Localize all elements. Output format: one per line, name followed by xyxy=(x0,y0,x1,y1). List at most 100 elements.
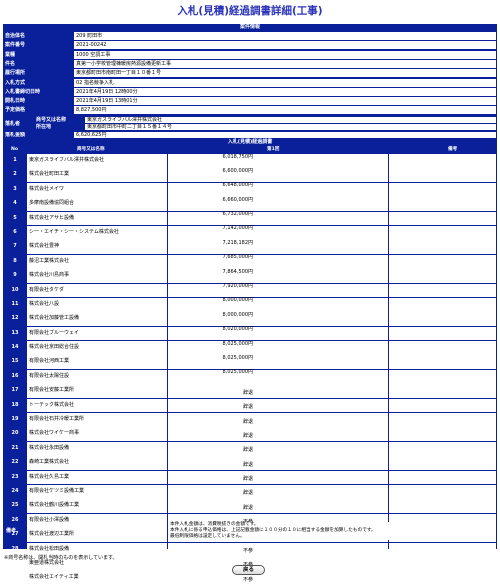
bidder-name: 株式会社ワイケー商事 xyxy=(27,427,167,442)
bid-amount: 7,685,000円 xyxy=(222,254,253,261)
bid-round-cell: 辞退 xyxy=(168,484,388,499)
bid-round-cell: 8,025,000円 xyxy=(168,341,388,355)
bid-round-cell: 辞退 xyxy=(168,499,388,514)
bid-note xyxy=(389,398,496,413)
bid-note xyxy=(389,225,496,240)
case-info-value: 1000 空調工事 xyxy=(74,50,496,59)
bid-round-cell: 辞退 xyxy=(168,470,388,485)
bid-no: 2 xyxy=(13,171,17,178)
col-note: 備考 xyxy=(448,147,458,152)
table-row: 24 有限会社ケツミ設備工業 辞退 xyxy=(4,484,496,499)
bid-round-cell: 6,600,000円 xyxy=(168,168,388,183)
bid-no: 16 xyxy=(11,372,19,379)
bidder-name: 有限会社タケダ xyxy=(27,283,167,298)
bid-status: 不参 xyxy=(242,548,253,555)
case-info-label: 予定価格 xyxy=(5,107,26,114)
table-row: 10 有限会社タケダ 7,920,000円 xyxy=(4,283,496,298)
representative-name: 東京ガスライフバル澤井株式会社 xyxy=(85,117,496,123)
case-info-label: 入札書締切日時 xyxy=(5,88,41,95)
bid-amount: 6,018,750円 xyxy=(222,153,253,160)
progress-column-header: No 商号又は名称 第1回 備考 xyxy=(3,146,497,153)
bidder-name: シー・エイチ・シー・システム株式会社 xyxy=(27,225,167,240)
bid-round-cell: 辞退 xyxy=(168,413,388,427)
bid-round-cell: 6,018,750円 xyxy=(168,154,388,168)
bid-note xyxy=(389,269,496,283)
case-info-label: 業種 xyxy=(5,51,16,58)
bidder-name: 藤沼工業株式会社 xyxy=(27,254,167,269)
case-info-value: 8,827,500円 xyxy=(74,106,496,115)
remark-line: 最低制限価格は設定していません。 xyxy=(170,534,245,539)
bid-round-cell: 辞退 xyxy=(168,456,388,470)
bid-status: 辞退 xyxy=(242,476,253,483)
bid-note xyxy=(389,441,496,456)
page: 入札(見積)経過調書詳細(工事) 案件情報 自治体名 209 町田市 案件番号 202… xyxy=(0,0,500,586)
bidder-name: 有限会社太陽住設 xyxy=(27,369,167,384)
bid-no: 15 xyxy=(11,358,19,365)
bid-no: 19 xyxy=(11,416,19,423)
table-row: 12 株式会社加藤管工設備 8,000,000円 xyxy=(4,312,496,327)
bidder-name: 株式会社永田設備 xyxy=(27,441,167,456)
bid-note xyxy=(389,499,496,514)
award-amount-row: 落札金額 6,620,625円 xyxy=(4,132,496,138)
bid-round-cell: 6,648,000円 xyxy=(168,183,388,197)
bid-round-cell: 8,000,000円 xyxy=(168,312,388,327)
bid-round-cell: 辞退 xyxy=(168,427,388,442)
table-row: 16 有限会社太陽住設 8,025,000円 xyxy=(4,370,496,384)
representative-address: 東京都町田市中町二丁目１５番１４号 xyxy=(85,124,496,130)
case-info-row: 入札書締切日時 2021年4月19日 12時00分 xyxy=(4,87,496,96)
bid-round-cell: 不参 xyxy=(168,556,388,571)
bidder-name: 有限会社安藤工業所 xyxy=(27,384,167,399)
bid-no: 4 xyxy=(13,200,17,207)
case-info-label: 履行場所 xyxy=(5,70,26,77)
bid-round-cell: 7,218,182円 xyxy=(168,239,388,255)
bid-note xyxy=(389,240,496,255)
bidder-name: 株式会社メイワ xyxy=(27,182,167,197)
bid-round-cell: 8,020,000円 xyxy=(168,326,388,341)
bid-no: 10 xyxy=(11,286,19,293)
case-info-label: 開札日時 xyxy=(5,98,26,105)
case-info-label: 案件番号 xyxy=(5,42,26,49)
bid-note xyxy=(389,154,496,168)
bid-status: 辞退 xyxy=(242,461,253,468)
back-button[interactable]: 戻る xyxy=(232,565,265,575)
representative-label: 落札者 xyxy=(5,121,21,127)
bid-no: 24 xyxy=(11,487,19,494)
case-info-label: 入札方式 xyxy=(5,79,26,86)
bid-rows: 1 東京ガスライフバル澤井株式会社 6,018,750円 2 株式会社町田工業 6,600… xyxy=(4,154,496,586)
bid-no: 25 xyxy=(11,502,19,509)
bid-amount: 7,864,500円 xyxy=(222,268,253,275)
bid-round-cell: 7,920,000円 xyxy=(168,283,388,298)
page-title: 入札(見積)経過調書詳細(工事) xyxy=(177,5,323,17)
case-info-label: 件名 xyxy=(5,60,16,67)
bid-note xyxy=(389,197,496,211)
progress-heading: 入札(見積)経過調書 xyxy=(227,139,273,145)
case-info-value: 209 町田市 xyxy=(74,32,496,40)
bid-amount: 7,218,182円 xyxy=(222,239,253,246)
bid-no: 13 xyxy=(11,329,19,336)
bid-note xyxy=(389,312,496,327)
representative-address-row: 所在地 東京都町田市中町二丁目１５番１４号 xyxy=(35,124,496,130)
bid-round-cell: 辞退 xyxy=(168,398,388,413)
bidder-name: 株式会社久島工業 xyxy=(27,470,167,485)
bid-note xyxy=(389,556,496,571)
bid-status: 辞退 xyxy=(242,418,253,425)
case-info-row: 入札方式 02 指名競争入札 xyxy=(4,78,496,87)
bid-status: 辞退 xyxy=(242,389,253,396)
detail-table: 案件情報 自治体名 209 町田市 案件番号 2021-00242 業種 1000 空調工… xyxy=(3,24,497,586)
bidder-name: 有限会社ケツミ設備工業 xyxy=(27,484,167,499)
bid-no: 7 xyxy=(13,243,17,250)
bid-note xyxy=(389,542,496,557)
case-info-value: 2021年4月19日 12時00分 xyxy=(74,87,496,96)
bid-round-cell: 8,025,000円 xyxy=(168,355,388,370)
bid-status: 辞退 xyxy=(242,490,253,497)
case-info-value: 2021年4月19日 13時01分 xyxy=(74,97,496,106)
bid-amount: 7,142,000円 xyxy=(222,225,253,232)
bid-amount: 6,732,000円 xyxy=(222,211,253,218)
bid-status: 辞退 xyxy=(242,447,253,454)
bid-round-cell: 7,685,000円 xyxy=(168,254,388,269)
bid-no: 9 xyxy=(13,272,17,279)
case-info-row: 予定価格 8,827,500円 xyxy=(4,106,496,115)
bid-round-cell: 不参 xyxy=(168,571,388,586)
remarks-label: 備考 xyxy=(6,528,17,534)
bidder-name: 株式会社アサヒ設備 xyxy=(27,211,167,226)
